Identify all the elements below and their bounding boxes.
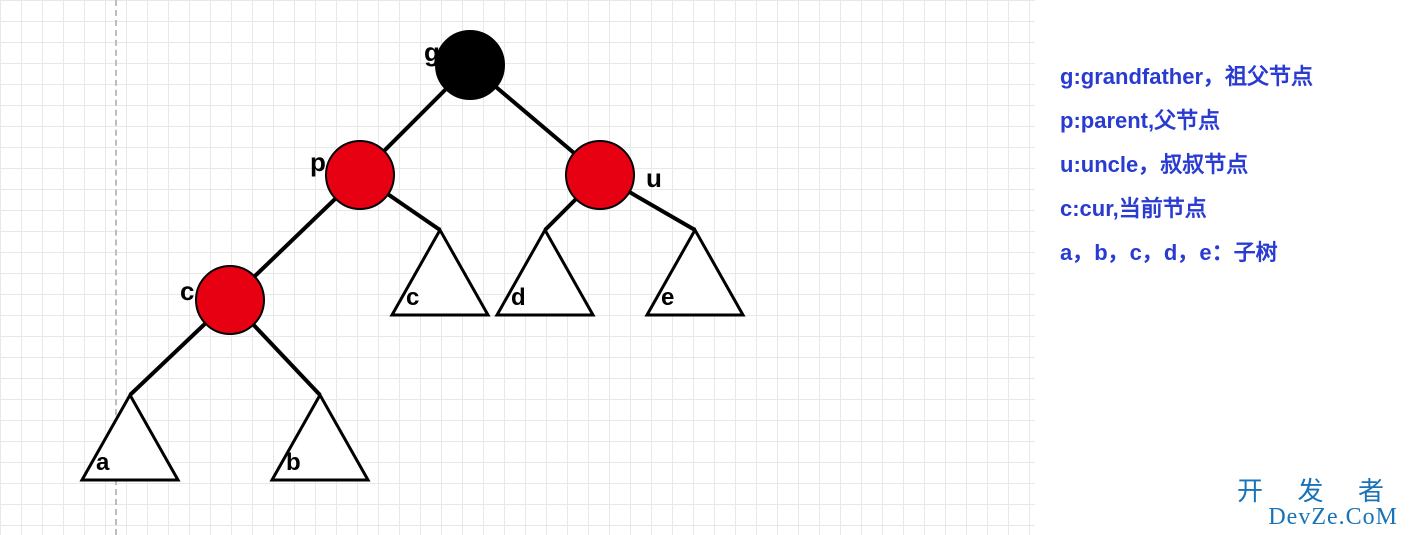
subtree-label-c: c <box>406 284 419 311</box>
node-p <box>326 141 394 209</box>
tree-diagram: a b c d e g p u c <box>0 0 1035 535</box>
node-u <box>566 141 634 209</box>
legend-line: c:cur,当前节点 <box>1060 187 1313 231</box>
node-label-p: p <box>310 147 326 177</box>
node-label-u: u <box>646 163 662 193</box>
node-g <box>436 31 504 99</box>
subtree-label-b: b <box>286 449 301 476</box>
legend-line: u:uncle，叔叔节点 <box>1060 143 1313 187</box>
watermark-en: DevZe.CoM <box>1237 505 1398 529</box>
edges-layer <box>130 65 695 395</box>
node-c <box>196 266 264 334</box>
labels-layer: a b c d e g p u c <box>96 37 674 476</box>
node-label-c: c <box>180 276 194 306</box>
subtree-label-a: a <box>96 449 110 476</box>
node-label-g: g <box>424 37 440 67</box>
subtree-label-d: d <box>511 284 526 311</box>
legend-line: p:parent,父节点 <box>1060 99 1313 143</box>
legend-line: g:grandfather，祖父节点 <box>1060 55 1313 99</box>
subtree-label-e: e <box>661 284 674 311</box>
legend: g:grandfather，祖父节点 p:parent,父节点 u:uncle，… <box>1060 55 1313 275</box>
legend-line: a，b，c，d，e：子树 <box>1060 231 1313 275</box>
subtree-triangles-layer <box>82 230 743 480</box>
watermark: 开 发 者 DevZe.CoM <box>1237 479 1398 529</box>
watermark-cn: 开 发 者 <box>1237 479 1398 505</box>
